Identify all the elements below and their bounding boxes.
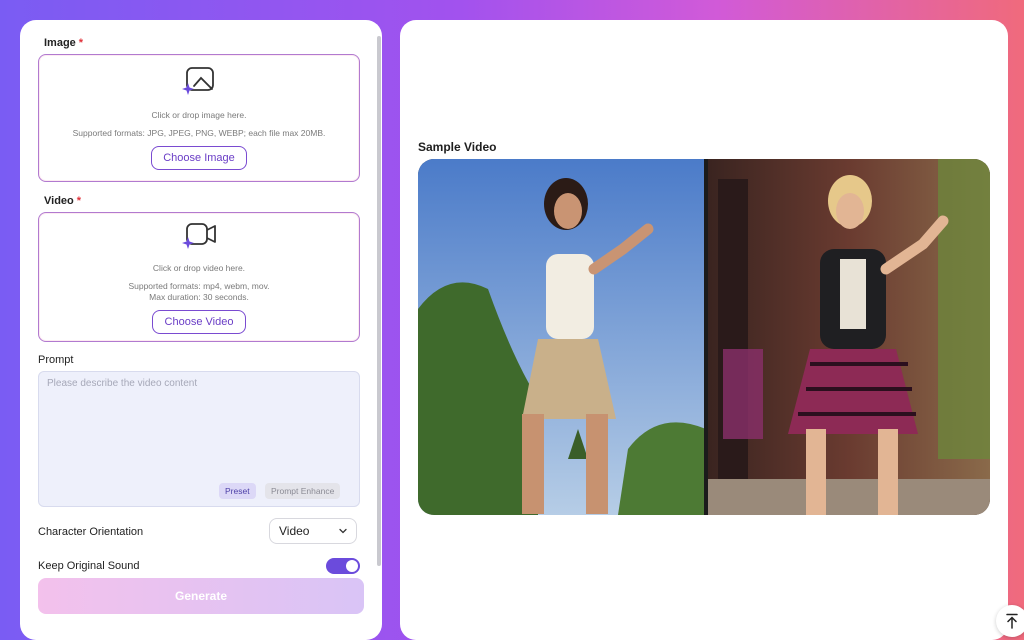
character-orientation-select[interactable]: Video <box>269 518 357 544</box>
video-label-text: Video <box>44 195 74 207</box>
preview-panel: Sample Video <box>400 20 1008 640</box>
image-format-info: Supported formats: JPG, JPEG, PNG, WEBP;… <box>72 128 326 138</box>
preset-button[interactable]: Preset <box>219 483 256 499</box>
video-duration-info: Max duration: 30 seconds. <box>149 292 249 302</box>
choose-video-button[interactable]: Choose Video <box>152 310 246 334</box>
orientation-value: Video <box>279 524 310 538</box>
prompt-enhance-button[interactable]: Prompt Enhance <box>265 483 341 499</box>
prompt-box: Preset Prompt Enhance <box>38 371 360 507</box>
video-format-info: Supported formats: mp4, webm, mov. <box>128 281 270 291</box>
video-upload-icon <box>182 223 216 249</box>
image-label: Image * <box>44 37 83 49</box>
required-mark: * <box>76 195 82 207</box>
form-scrollbar[interactable] <box>377 36 381 566</box>
image-drop-hint: Click or drop image here. <box>151 110 247 120</box>
keep-original-sound-label: Keep Original Sound <box>38 560 140 572</box>
keep-original-sound-toggle[interactable] <box>326 558 360 574</box>
image-label-text: Image <box>44 37 76 49</box>
prompt-label: Prompt <box>38 354 74 366</box>
form-panel: Image * Click or drop image here. Support… <box>20 20 382 640</box>
sample-video-frame <box>418 159 990 515</box>
prompt-input[interactable] <box>39 372 359 472</box>
generate-button[interactable]: Generate <box>38 578 364 614</box>
character-orientation-label: Character Orientation <box>38 526 144 538</box>
sample-video-title: Sample Video <box>418 140 497 154</box>
scroll-to-top-button[interactable] <box>996 605 1024 637</box>
video-drop-hint: Click or drop video here. <box>152 263 246 273</box>
video-dropzone[interactable]: Click or drop video here. Supported form… <box>38 212 360 342</box>
toggle-knob <box>346 560 358 572</box>
image-dropzone[interactable]: Click or drop image here. Supported form… <box>38 54 360 182</box>
chevron-down-icon <box>339 528 347 534</box>
arrow-up-icon <box>1006 613 1018 629</box>
choose-image-button[interactable]: Choose Image <box>151 146 247 170</box>
required-mark: * <box>78 37 84 49</box>
image-upload-icon <box>182 67 214 95</box>
sample-video[interactable] <box>418 159 990 515</box>
video-label: Video * <box>44 195 81 207</box>
